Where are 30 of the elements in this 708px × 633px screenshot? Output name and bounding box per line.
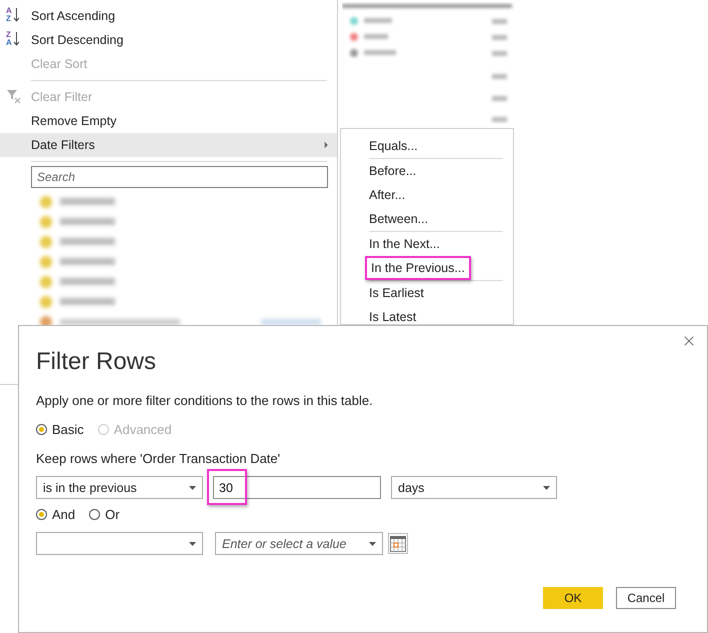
menu-item[interactable]: Before...	[341, 159, 513, 183]
dialog-button[interactable]: OK	[543, 587, 603, 609]
dialog-title: Filter Rows	[36, 348, 158, 376]
description-text: Apply one or more filter conditions to the rows in this table.	[36, 393, 374, 408]
menu-item[interactable]: Date Filters	[0, 133, 337, 157]
dropdown-caret-icon	[189, 542, 196, 546]
dropdown-caret-icon	[543, 486, 550, 490]
radio-button[interactable]: Or	[89, 507, 120, 522]
keep-rows-label: Keep rows where 'Order Transaction Date'	[36, 451, 282, 466]
value-field[interactable]: 30	[213, 476, 381, 499]
menu-item[interactable]: Between...	[341, 207, 513, 231]
radio-button[interactable]: And	[36, 507, 76, 522]
menu-item[interactable]: Remove Empty	[0, 109, 337, 133]
unit-dropdown[interactable]: days	[391, 476, 557, 499]
menu-item[interactable]: Is Earliest	[341, 281, 513, 305]
dialog-button[interactable]: Cancel	[616, 587, 676, 609]
radio-button[interactable]: Basic	[36, 422, 84, 437]
search-field[interactable]: Search	[31, 166, 328, 188]
calendar-button[interactable]	[388, 533, 408, 554]
clear-filter-icon	[6, 88, 22, 104]
operator-dropdown[interactable]: is in the previous	[36, 476, 203, 499]
menu-item[interactable]: After...	[341, 183, 513, 207]
value-dropdown[interactable]: Enter or select a value	[215, 532, 383, 555]
dropdown-caret-icon	[189, 486, 196, 490]
menu-item[interactable]: Z A Sort Descending	[0, 28, 337, 52]
menu-item[interactable]: In the Next...	[341, 232, 513, 256]
menu-item[interactable]: Is Latest	[341, 305, 513, 324]
menu-item[interactable]: A Z Sort Ascending	[0, 4, 337, 28]
menu-item[interactable]: Equals...	[341, 134, 513, 158]
dropdown-caret-icon	[369, 542, 376, 546]
